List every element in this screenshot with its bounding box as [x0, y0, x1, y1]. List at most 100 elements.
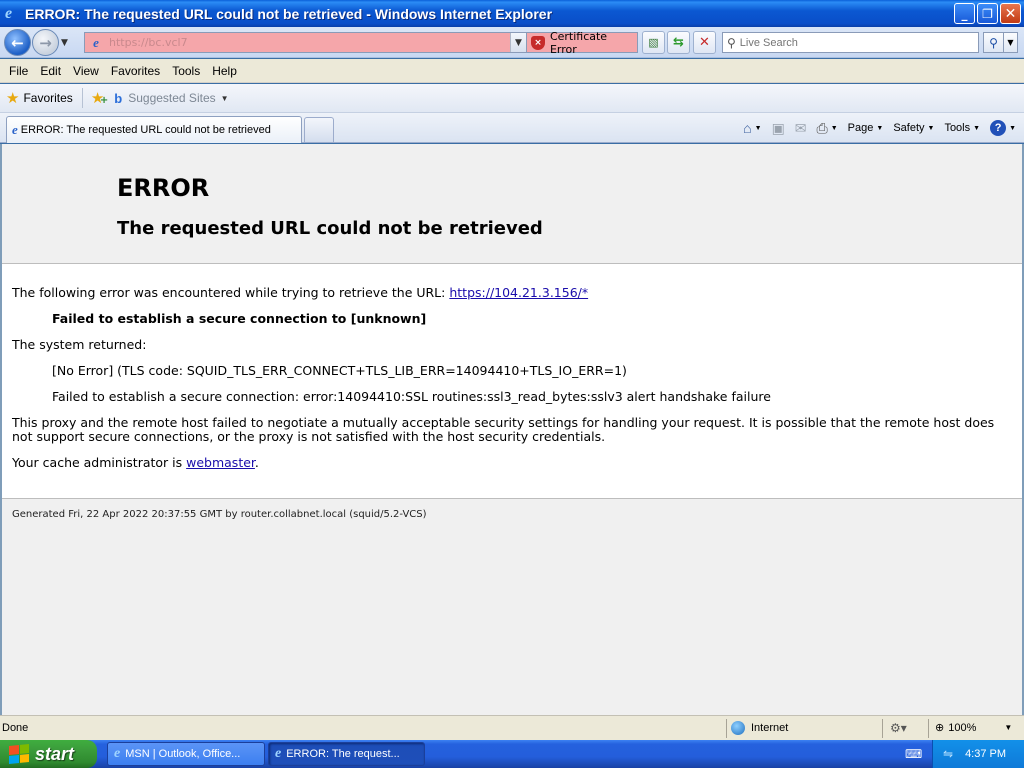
- tools-menu[interactable]: Tools ▼: [944, 122, 980, 134]
- network-icon[interactable]: ⇋: [943, 747, 953, 761]
- ssl-error-text: Failed to establish a secure connection:…: [52, 389, 771, 404]
- feeds-button[interactable]: ▣: [772, 120, 785, 137]
- address-dropdown-button[interactable]: ▼: [510, 33, 526, 52]
- compatibility-view-button[interactable]: ▧: [642, 31, 665, 54]
- print-button[interactable]: ⎙ ▼: [817, 120, 838, 137]
- taskbar: start e MSN | Outlook, Office... e ERROR…: [0, 740, 1024, 768]
- magnifier-icon: ⚲: [989, 35, 998, 50]
- home-button[interactable]: ⌂ ▼: [743, 120, 761, 136]
- menu-help[interactable]: Help: [206, 64, 243, 78]
- error-intro-text: The following error was encountered whil…: [12, 285, 450, 300]
- protected-mode-icon[interactable]: ⚙▾: [890, 721, 907, 735]
- stop-button[interactable]: ✕: [693, 31, 716, 54]
- read-mail-button[interactable]: ✉: [795, 120, 807, 137]
- favorites-separator: [81, 88, 83, 108]
- forward-arrow-icon: →: [39, 33, 52, 52]
- requested-url-link[interactable]: https://104.21.3.156/*: [449, 285, 588, 300]
- certificate-error-label: Certificate Error: [549, 29, 608, 56]
- taskbar-item-label: MSN | Outlook, Office...: [125, 748, 241, 760]
- favorites-button[interactable]: ★ Favorites: [6, 89, 73, 107]
- certificate-error-shield-icon: ×: [531, 35, 545, 50]
- zoom-control[interactable]: ⊕ 100% ▼: [935, 721, 1012, 735]
- zone-label: Internet: [751, 722, 789, 734]
- suggested-sites-button[interactable]: b Suggested Sites ▼: [114, 91, 228, 106]
- start-label: start: [35, 743, 75, 764]
- ie-icon: e: [275, 746, 282, 761]
- error-explanation: This proxy and the remote host failed to…: [12, 415, 995, 444]
- ie-icon: e: [114, 746, 121, 761]
- search-go-button[interactable]: ⚲: [983, 32, 1004, 53]
- admin-suffix: .: [254, 455, 259, 470]
- mail-icon: ✉: [794, 119, 807, 136]
- refresh-button[interactable]: ⇆: [667, 31, 690, 54]
- chevron-down-icon: ▼: [830, 124, 838, 132]
- safety-menu[interactable]: Safety ▼: [893, 122, 934, 134]
- menu-file[interactable]: File: [3, 64, 34, 78]
- safety-menu-label: Safety: [893, 122, 925, 134]
- generated-footer: Generated Fri, 22 Apr 2022 20:37:55 GMT …: [2, 498, 1022, 715]
- recent-pages-dropdown[interactable]: ▼: [61, 38, 68, 48]
- address-bar[interactable]: e https://bc.vcl7 ▼: [84, 32, 527, 53]
- status-separator: [726, 719, 727, 738]
- chevron-down-icon: ▼: [876, 124, 884, 132]
- keyboard-icon[interactable]: ⌨: [905, 747, 922, 761]
- minimize-button[interactable]: _: [954, 3, 975, 24]
- menu-view[interactable]: View: [67, 64, 105, 78]
- home-icon: ⌂: [743, 120, 752, 136]
- status-text: Done: [2, 722, 29, 734]
- address-url[interactable]: https://bc.vcl7: [109, 36, 188, 49]
- zoom-level: 100%: [948, 721, 977, 734]
- admin-prefix: Your cache administrator is: [12, 455, 187, 470]
- taskbar-item-msn[interactable]: e MSN | Outlook, Office...: [107, 742, 265, 766]
- error-header: ERROR The requested URL could not be ret…: [2, 144, 1022, 264]
- tab-error-page[interactable]: e ERROR: The requested URL could not be …: [6, 116, 302, 143]
- compatibility-icon: ▧: [648, 36, 659, 49]
- new-tab-button[interactable]: [304, 117, 334, 142]
- menu-favorites[interactable]: Favorites: [105, 64, 166, 78]
- search-input[interactable]: [739, 36, 960, 49]
- security-zone[interactable]: Internet: [731, 721, 788, 735]
- tab-row: e ERROR: The requested URL could not be …: [0, 113, 1024, 143]
- page-menu[interactable]: Page ▼: [848, 122, 884, 134]
- failed-secure-message: Failed to establish a secure connection …: [52, 312, 1012, 326]
- globe-icon: [731, 721, 745, 735]
- command-bar: ⌂ ▼ ▣ ✉ ⎙ ▼ Page ▼ Safety ▼ Tools ▼ ? ▼: [733, 116, 1016, 140]
- search-box[interactable]: ⚲: [722, 32, 979, 53]
- print-icon: ⎙: [816, 119, 828, 136]
- menu-bar: File Edit View Favorites Tools Help: [0, 59, 1024, 83]
- status-separator: [928, 719, 929, 738]
- chevron-down-icon: ▼: [220, 93, 229, 103]
- chevron-down-icon: ▼: [1009, 124, 1016, 132]
- page-content: ERROR The requested URL could not be ret…: [0, 144, 1024, 715]
- menu-tools[interactable]: Tools: [166, 64, 206, 78]
- failed-secure-text: Failed to establish a secure connection …: [52, 311, 427, 326]
- tools-menu-label: Tools: [944, 122, 971, 134]
- certificate-error-button[interactable]: × Certificate Error: [527, 29, 638, 56]
- admin-line: Your cache administrator is webmaster.: [12, 456, 1012, 470]
- status-bar: Done Internet ⚙▾ ⊕ 100% ▼: [0, 715, 1024, 740]
- tab-label: ERROR: The requested URL could not be re…: [20, 124, 271, 136]
- taskbar-item-error-page[interactable]: e ERROR: The request...: [268, 742, 425, 766]
- back-button[interactable]: ←: [4, 29, 31, 56]
- taskbar-item-label: ERROR: The request...: [286, 748, 400, 760]
- chevron-down-icon: ▼: [927, 124, 935, 132]
- zoom-icon: ⊕: [935, 722, 945, 734]
- menu-edit[interactable]: Edit: [34, 64, 67, 78]
- forward-button[interactable]: →: [32, 29, 59, 56]
- search-icon: ⚲: [727, 35, 736, 50]
- window-title: ERROR: The requested URL could not be re…: [25, 5, 553, 22]
- clock[interactable]: 4:37 PM: [965, 748, 1006, 760]
- add-favorites-icon[interactable]: ★ +: [91, 89, 108, 107]
- restore-button[interactable]: ❐: [977, 3, 998, 24]
- chevron-down-icon: ▼: [973, 124, 981, 132]
- start-button[interactable]: start: [0, 740, 97, 768]
- webmaster-link[interactable]: webmaster: [186, 455, 255, 470]
- chevron-down-icon: ▼: [754, 124, 762, 132]
- help-button[interactable]: ? ▼: [990, 120, 1016, 136]
- ie-icon: e: [5, 4, 13, 22]
- favorites-bar: ★ Favorites ★ + b Suggested Sites ▼: [0, 84, 1024, 113]
- feeds-icon: ▣: [771, 119, 785, 136]
- page-menu-label: Page: [847, 122, 874, 134]
- close-button[interactable]: ✕: [1000, 3, 1021, 24]
- search-options-dropdown[interactable]: ▼: [1004, 32, 1018, 53]
